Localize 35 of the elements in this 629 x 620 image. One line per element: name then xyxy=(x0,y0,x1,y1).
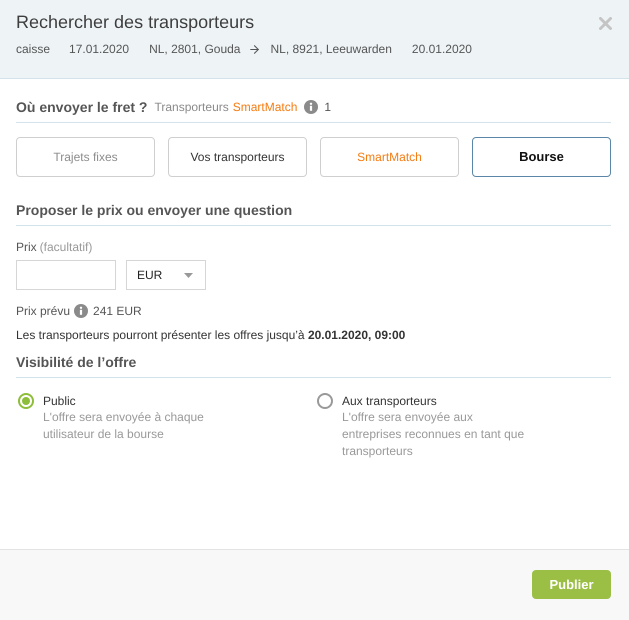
close-button[interactable] xyxy=(599,17,612,30)
cargo-type: caisse xyxy=(16,41,50,57)
arrow-right-icon xyxy=(248,42,262,56)
section-title: Où envoyer le fret ? xyxy=(16,98,148,117)
pickup-date: 17.01.2020 xyxy=(69,41,130,57)
info-icon xyxy=(304,100,318,114)
section-title: Visibilité de l’offre xyxy=(16,353,136,372)
expected-price-label: Prix prévu xyxy=(16,303,70,319)
currency-select[interactable]: EUR xyxy=(126,260,206,290)
carriers-label: Transporteurs xyxy=(154,99,229,116)
info-icon xyxy=(74,304,88,318)
publish-button[interactable]: Publier xyxy=(532,570,611,599)
origin-location: NL, 2801, Gouda xyxy=(149,41,240,57)
optional-hint: (facultatif) xyxy=(40,239,92,255)
dialog-title: Rechercher des transporteurs xyxy=(16,11,254,33)
price-label: Prix xyxy=(16,239,37,255)
option-description: L'offre sera envoyée aux entreprises reconnues en tant que transporteurs xyxy=(342,409,526,460)
destination-tab[interactable]: Bourse xyxy=(472,137,611,177)
smartmatch-link[interactable]: SmartMatch xyxy=(232,98,298,116)
radio-button[interactable] xyxy=(317,393,333,409)
offer-deadline-text: Les transporteurs pourront présenter les offres jusqu’à 20.01.2020, 09:00 xyxy=(16,328,406,342)
caret-icon xyxy=(184,272,193,278)
option-label: Aux transporteurs xyxy=(342,393,437,409)
carrier-count: 1 xyxy=(324,99,332,116)
option-label: Public xyxy=(43,393,76,409)
radio-button[interactable] xyxy=(18,393,34,409)
expected-price-value: 241 EUR xyxy=(93,303,142,319)
destination-location: NL, 8921, Leeuwarden xyxy=(270,41,392,57)
price-input[interactable] xyxy=(16,260,116,290)
destination-tab[interactable]: Vos transporteurs xyxy=(168,137,307,177)
section-title: Proposer le prix ou envoyer une question xyxy=(16,201,292,220)
close-icon xyxy=(599,17,612,30)
delivery-date: 20.01.2020 xyxy=(412,41,472,57)
destination-tab[interactable]: SmartMatch xyxy=(320,137,459,177)
option-description: L'offre sera envoyée à chaque utilisateur de la bourse xyxy=(43,409,205,443)
